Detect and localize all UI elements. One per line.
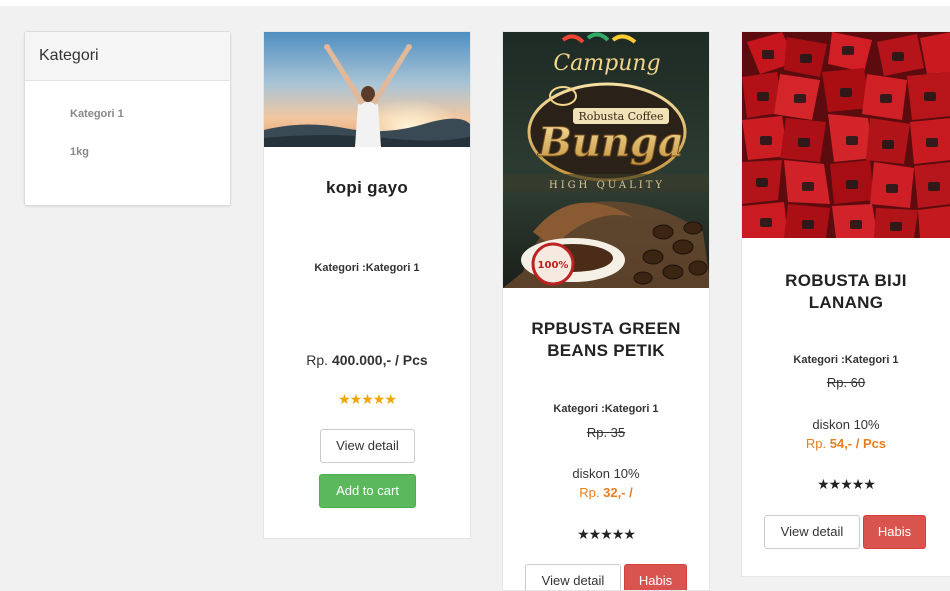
product-image[interactable]	[264, 32, 471, 147]
price-prefix: Rp.	[579, 485, 604, 500]
discount-label: diskon 10%	[812, 417, 880, 432]
view-detail-button[interactable]: View detail	[764, 515, 860, 549]
product-card-kopi-gayo: kopi gayo Kategori :Kategori 1 Rp. 400.0…	[263, 31, 471, 539]
product-card-robusta-biji-lanang: ROBUSTA BIJI LANANG Kategori :Kategori 1…	[741, 31, 950, 577]
package-brand-main: Bunga	[537, 119, 684, 166]
rating-stars: ★★★★★	[338, 391, 397, 407]
product-title[interactable]: ROBUSTA BIJI LANANG	[742, 270, 950, 314]
sidebar-item-1kg[interactable]: 1kg	[70, 146, 89, 158]
sold-out-button[interactable]: Habis	[863, 515, 926, 549]
price-value: 54,- / Pcs	[829, 436, 887, 451]
price-prefix: Rp.	[306, 352, 332, 368]
product-category: Kategori :Kategori 1	[314, 262, 420, 274]
package-quality-text: HIGH QUALITY	[549, 180, 665, 191]
product-title-line1: ROBUSTA BIJI	[785, 271, 907, 290]
product-title-line2: LANANG	[808, 293, 884, 312]
sidebar-title: Kategori	[25, 32, 230, 81]
view-detail-button[interactable]: View detail	[320, 429, 415, 463]
product-category: Kategori :Kategori 1	[793, 354, 899, 366]
price-prefix: Rp.	[805, 436, 830, 451]
product-image[interactable]: Campung Robusta Coffee Bunga HIGH QUALIT…	[503, 32, 710, 288]
price-value: 32,- /	[603, 485, 633, 500]
top-bar	[0, 0, 950, 6]
rating-stars: ★★★★★	[817, 476, 876, 492]
old-price: Rp. 60	[826, 375, 866, 390]
product-image[interactable]	[742, 32, 950, 238]
product-category: Kategori :Kategori 1	[553, 403, 659, 415]
package-brand-top: Campung	[553, 51, 660, 76]
package-seal: 100%	[538, 260, 569, 271]
product-card-rpbusta-green-beans: Campung Robusta Coffee Bunga HIGH QUALIT…	[502, 31, 710, 591]
product-price: Rp. 54,- / Pcs	[742, 436, 950, 451]
product-title-line1: RPBUSTA GREEN	[531, 319, 681, 338]
product-title-line2: BEANS PETIK	[547, 341, 665, 360]
sidebar-item-kategori-1[interactable]: Kategori 1	[70, 108, 124, 120]
add-to-cart-button[interactable]: Add to cart	[319, 474, 416, 508]
view-detail-button[interactable]: View detail	[525, 564, 621, 590]
sold-out-button[interactable]: Habis	[624, 564, 687, 590]
price-value: 400.000,- / Pcs	[331, 352, 428, 368]
discount-label: diskon 10%	[572, 466, 640, 481]
product-price: Rp. 32,- /	[503, 485, 709, 500]
product-title[interactable]: kopi gayo	[264, 177, 470, 199]
rating-stars: ★★★★★	[577, 526, 636, 542]
product-title[interactable]: RPBUSTA GREEN BEANS PETIK	[503, 318, 709, 362]
old-price: Rp. 35	[586, 425, 626, 440]
category-sidebar: Kategori Kategori 1 1kg	[24, 31, 231, 206]
product-price: Rp. 400.000,- / Pcs	[264, 352, 470, 368]
